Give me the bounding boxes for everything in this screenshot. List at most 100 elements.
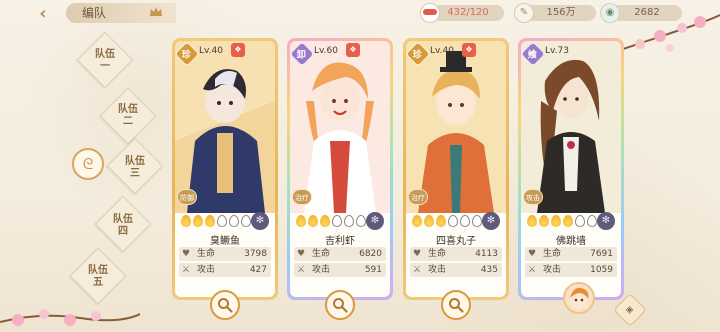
hero-name: 吉利虾 [325,236,355,247]
awakening-wisp-icon [356,215,366,227]
gem-icon: ◉ [600,3,620,23]
hp-value: 4113 [475,249,498,259]
atk-row: ⚔ 攻击 591 [294,263,386,277]
hero-card-3[interactable]: 珍 Lv.40 ❖ 治疗 ✻ 四喜丸子 ♥ 生命 4113 ⚔ 攻击 435 [403,38,509,320]
atk-label: 攻击 [543,265,562,275]
heart-icon: ♥ [182,249,191,259]
inspect-hero-button[interactable] [325,290,355,320]
awakening-wisp-icon [472,215,482,227]
atk-row: ⚔ 攻击 435 [410,263,502,277]
hero-portrait-1 [175,41,275,213]
awakening-wisps [527,215,597,227]
hp-row: ♥ 生命 4113 [410,247,502,261]
hero-card-1[interactable]: 珍 Lv.40 ❖ 防御 ✻ 臭鳜鱼 ♥ 生命 3798 ⚔ 攻击 427 [172,38,278,320]
hero-name: 臭鳜鱼 [210,236,240,247]
awakening-wisp-icon [527,215,537,227]
awakening-wisp-icon [460,215,470,227]
hero-card-2-body: 卸 Lv.60 ❖ 治疗 ✻ 吉利虾 ♥ 生命 6820 ⚔ 攻击 591 [290,41,390,297]
awakening-wisp-icon [436,215,446,227]
sword-icon: ⚔ [297,265,306,275]
crown-icon [150,7,162,16]
atk-value: 427 [249,265,267,275]
hero-portrait-2 [290,41,390,213]
coin-value: 156万 [546,7,576,18]
hp-label: 生命 [543,249,562,259]
coin-counter[interactable]: ✎ 156万 [514,3,596,23]
hp-row: ♥ 生命 3798 [179,247,271,261]
awakening-wisp-icon [296,215,306,227]
element-icon: ✻ [482,212,500,230]
team-tab-4-label: 队伍四 [113,214,133,237]
awakening-wisp-icon [344,215,354,227]
hero-portrait-3 [406,41,506,213]
cherry-blossom-decoration-bottom-left [0,309,140,326]
awakening-wisp-icon [229,215,239,227]
hero-name: 佛跳墙 [556,236,586,247]
lantern-icon: ◈ [626,304,634,316]
gem-value: 2682 [634,7,660,18]
hero-level: Lv.60 [314,46,338,56]
atk-label: 攻击 [197,265,216,275]
stamina-value: 432/120 [447,7,489,18]
awakening-wisps [296,215,366,227]
awakening-wisps [181,215,251,227]
favorite-flag-icon: ❖ [462,43,476,57]
awakening-wisp-icon [448,215,458,227]
role-chip: 治疗 [408,189,428,205]
element-icon: ✻ [597,212,615,230]
awakening-wisp-icon [575,215,585,227]
coin-icon: ✎ [514,3,534,23]
awakening-wisp-icon [205,215,215,227]
hero-card-2[interactable]: 卸 Lv.60 ❖ 治疗 ✻ 吉利虾 ♥ 生命 6820 ⚔ 攻击 591 [287,38,393,320]
hero-portrait-4 [521,41,621,213]
hp-row: ♥ 生命 7691 [525,247,617,261]
awakening-wisp-icon [563,215,573,227]
atk-label: 攻击 [312,265,331,275]
awakening-wisp-icon [193,215,203,227]
awakening-wisp-icon [181,215,191,227]
sword-icon: ⚔ [528,265,537,275]
atk-value: 1059 [590,265,613,275]
awakening-wisp-icon [551,215,561,227]
hp-label: 生命 [197,249,216,259]
hp-label: 生命 [428,249,447,259]
heart-icon: ♥ [297,249,306,259]
awakening-wisp-icon [217,215,227,227]
stamina-icon [420,3,440,23]
team-tab-2-label: 队伍二 [118,104,138,127]
awakening-wisp-icon [241,215,251,227]
awakening-wisps [412,215,482,227]
atk-label: 攻击 [428,265,447,275]
stamina-counter[interactable]: 432/120 [420,3,504,23]
awakening-wisp-icon [308,215,318,227]
awakening-wisp-icon [587,215,597,227]
hp-value: 3798 [244,249,267,259]
chibi-avatar-button[interactable] [563,282,595,314]
inspect-hero-button[interactable] [441,290,471,320]
hero-level: Lv.73 [545,46,569,56]
role-chip: 攻击 [523,189,543,205]
favorite-flag-icon: ❖ [346,43,360,57]
hero-card-4[interactable]: 飨 Lv.73 攻击 ✻ 佛跳墙 ♥ 生命 7691 ⚔ 攻击 1059 [518,38,624,300]
hero-level: Lv.40 [430,46,454,56]
top-bar: ‹ 编队 432/120 ✎ 156万 ◉ 2682 [0,0,720,28]
magnify-icon [333,298,348,313]
hero-card-3-body: 珍 Lv.40 ❖ 治疗 ✻ 四喜丸子 ♥ 生命 4113 ⚔ 攻击 435 [406,41,506,297]
hp-value: 6820 [359,249,382,259]
awakening-wisp-icon [412,215,422,227]
element-icon: ✻ [251,212,269,230]
gem-counter[interactable]: ◉ 2682 [600,3,682,23]
magnify-icon [218,298,233,313]
hp-label: 生命 [312,249,331,259]
sword-icon: ⚔ [182,265,191,275]
hp-row: ♥ 生命 6820 [294,247,386,261]
back-button[interactable]: ‹ [30,2,56,24]
team-tab-5-label: 队伍五 [88,265,108,288]
magnify-icon [449,298,464,313]
inspect-hero-button[interactable] [210,290,240,320]
role-chip: 防御 [177,189,197,205]
back-arrow-icon: ‹ [39,2,47,24]
chibi-face-icon [570,287,589,309]
atk-row: ⚔ 攻击 1059 [525,263,617,277]
awakening-wisp-icon [332,215,342,227]
